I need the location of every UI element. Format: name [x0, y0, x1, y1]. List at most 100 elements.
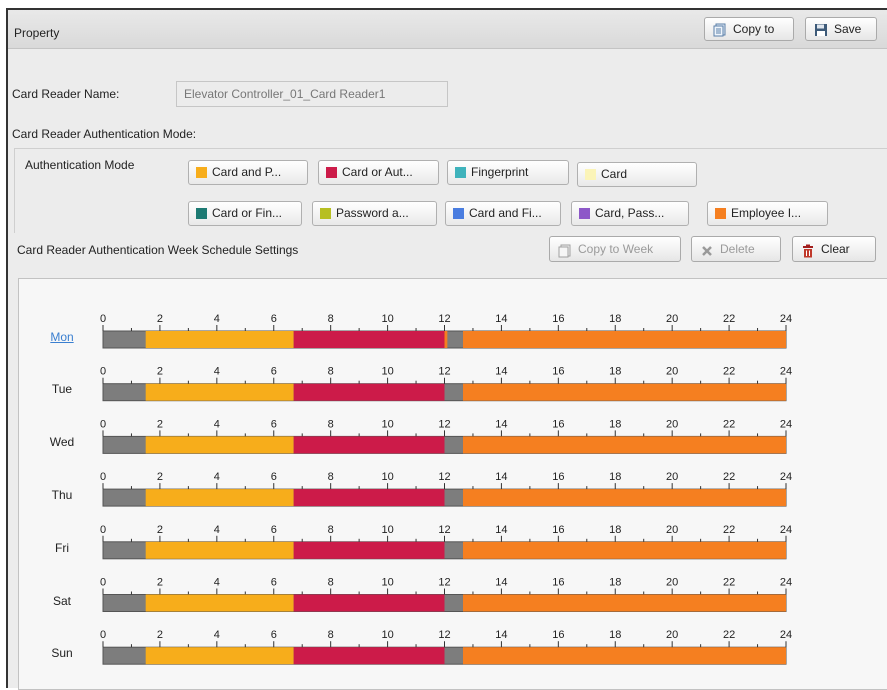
hour-tick-label: 22	[723, 366, 735, 378]
schedule-segment[interactable]	[462, 436, 786, 454]
week-schedule-panel: 0 2 4 6 8 10 12 14 16 18 20 22 24 0 2 4 6 8 10 12 14 16 18 20 22…	[18, 278, 887, 690]
hour-tick-label: 10	[381, 418, 393, 430]
mode-employee-id[interactable]: Employee I...	[707, 201, 828, 226]
day-label-tue: Tue	[51, 382, 73, 396]
hour-tick-label: 0	[100, 629, 106, 641]
mode-card-password[interactable]: Card, Pass...	[571, 201, 689, 226]
hour-tick-label: 2	[157, 366, 163, 378]
schedule-segment[interactable]	[462, 331, 786, 348]
schedule-segment[interactable]	[462, 541, 786, 559]
schedule-segment[interactable]	[462, 647, 786, 665]
schedule-segment[interactable]	[293, 541, 445, 559]
day-label-wed: Wed	[49, 435, 75, 449]
mode-password-and[interactable]: Password a...	[312, 201, 437, 226]
day-label-mon[interactable]: Mon	[29, 330, 95, 344]
hour-tick-label: 10	[381, 471, 393, 483]
mode-card-and-fingerprint[interactable]: Card and Fi...	[445, 201, 561, 226]
mode-card[interactable]: Card	[577, 162, 697, 187]
hour-tick-label: 4	[214, 577, 220, 589]
schedule-segment[interactable]	[145, 647, 294, 665]
hour-tick-label: 18	[609, 313, 621, 325]
hour-tick-label: 18	[609, 366, 621, 378]
mode-card-and-password[interactable]: Card and P...	[188, 160, 308, 185]
mode-label: Card, Pass...	[595, 206, 665, 220]
card-reader-name-input[interactable]	[176, 81, 448, 107]
mode-color-swatch	[196, 167, 207, 178]
hour-tick-label: 24	[780, 577, 792, 589]
day-label-sat: Sat	[52, 594, 71, 608]
mode-color-swatch	[455, 167, 466, 178]
mode-card-or-authentication[interactable]: Card or Aut...	[318, 160, 439, 185]
hour-tick-label: 6	[271, 313, 277, 325]
hour-tick-label: 20	[666, 366, 678, 378]
hour-tick-label: 22	[723, 524, 735, 536]
hour-tick-label: 8	[328, 366, 334, 378]
mode-fingerprint[interactable]: Fingerprint	[447, 160, 569, 185]
schedule-segment[interactable]	[145, 541, 294, 559]
clear-label: Clear	[821, 242, 850, 256]
hour-tick-label: 20	[666, 418, 678, 430]
hour-tick-label: 16	[552, 577, 564, 589]
hour-tick-label: 0	[100, 418, 106, 430]
hour-tick-label: 22	[723, 471, 735, 483]
card-reader-name-label: Card Reader Name:	[12, 87, 120, 101]
hour-tick-label: 8	[328, 313, 334, 325]
schedule-segment[interactable]	[145, 436, 294, 454]
hour-tick-label: 24	[780, 366, 792, 378]
schedule-segment[interactable]	[145, 594, 294, 612]
schedule-segment[interactable]	[462, 383, 786, 401]
hour-tick-label: 18	[609, 577, 621, 589]
schedule-segment[interactable]	[145, 331, 294, 348]
mode-label: Card or Fin...	[212, 206, 283, 220]
clear-button[interactable]: Clear	[792, 236, 876, 262]
hour-tick-label: 18	[609, 471, 621, 483]
hour-tick-label: 18	[609, 418, 621, 430]
schedule-segment[interactable]	[293, 331, 445, 348]
delete-button[interactable]: Delete	[691, 236, 781, 262]
hour-tick-label: 10	[381, 577, 393, 589]
hour-tick-label: 18	[609, 629, 621, 641]
mode-color-swatch	[320, 208, 331, 219]
schedule-segment[interactable]	[293, 489, 445, 507]
schedule-segment[interactable]	[145, 489, 294, 507]
hour-tick-label: 4	[214, 366, 220, 378]
schedule-segment[interactable]	[444, 331, 448, 348]
hour-tick-label: 0	[100, 471, 106, 483]
hour-tick-label: 2	[157, 629, 163, 641]
schedule-segment[interactable]	[293, 383, 445, 401]
week-timeline: 0 2 4 6 8 10 12 14 16 18 20 22 240 2 4 6 8 10 12 14 16 18 20 22…	[100, 313, 792, 665]
mode-label: Card	[601, 167, 628, 181]
mode-color-swatch	[196, 208, 207, 219]
hour-tick-label: 24	[780, 524, 792, 536]
hour-tick-label: 14	[495, 629, 507, 641]
save-button[interactable]: Save	[805, 17, 877, 41]
hour-tick-label: 22	[723, 629, 735, 641]
copy-to-label: Copy to	[733, 22, 775, 36]
mode-card-or-fingerprint[interactable]: Card or Fin...	[188, 201, 302, 226]
hour-tick-label: 14	[495, 577, 507, 589]
copy-to-button[interactable]: Copy to	[704, 17, 794, 41]
copy-to-week-button[interactable]: Copy to Week	[549, 236, 681, 262]
schedule-segment[interactable]	[293, 647, 445, 665]
hour-tick-label: 4	[214, 524, 220, 536]
authentication-mode-label: Authentication Mode	[25, 158, 135, 172]
hour-tick-label: 4	[214, 313, 220, 325]
schedule-segment[interactable]	[293, 594, 445, 612]
copy-icon	[558, 242, 572, 258]
page-title: Property	[14, 26, 60, 40]
hour-tick-label: 12	[438, 418, 450, 430]
hour-tick-label: 10	[381, 313, 393, 325]
hour-tick-label: 16	[552, 313, 564, 325]
property-header: Property Copy to Save	[8, 10, 887, 49]
week-schedule-title: Card Reader Authentication Week Schedule…	[17, 243, 299, 257]
floppy-disk-icon	[814, 22, 828, 36]
schedule-segment[interactable]	[462, 489, 786, 507]
auth-mode-section-label: Card Reader Authentication Mode:	[12, 127, 197, 141]
schedule-segment[interactable]	[145, 383, 294, 401]
hour-tick-label: 20	[666, 524, 678, 536]
hour-tick-label: 22	[723, 313, 735, 325]
schedule-segment[interactable]	[293, 436, 445, 454]
schedule-segment[interactable]	[462, 594, 786, 612]
hour-tick-label: 2	[157, 313, 163, 325]
mode-color-swatch	[585, 169, 596, 180]
